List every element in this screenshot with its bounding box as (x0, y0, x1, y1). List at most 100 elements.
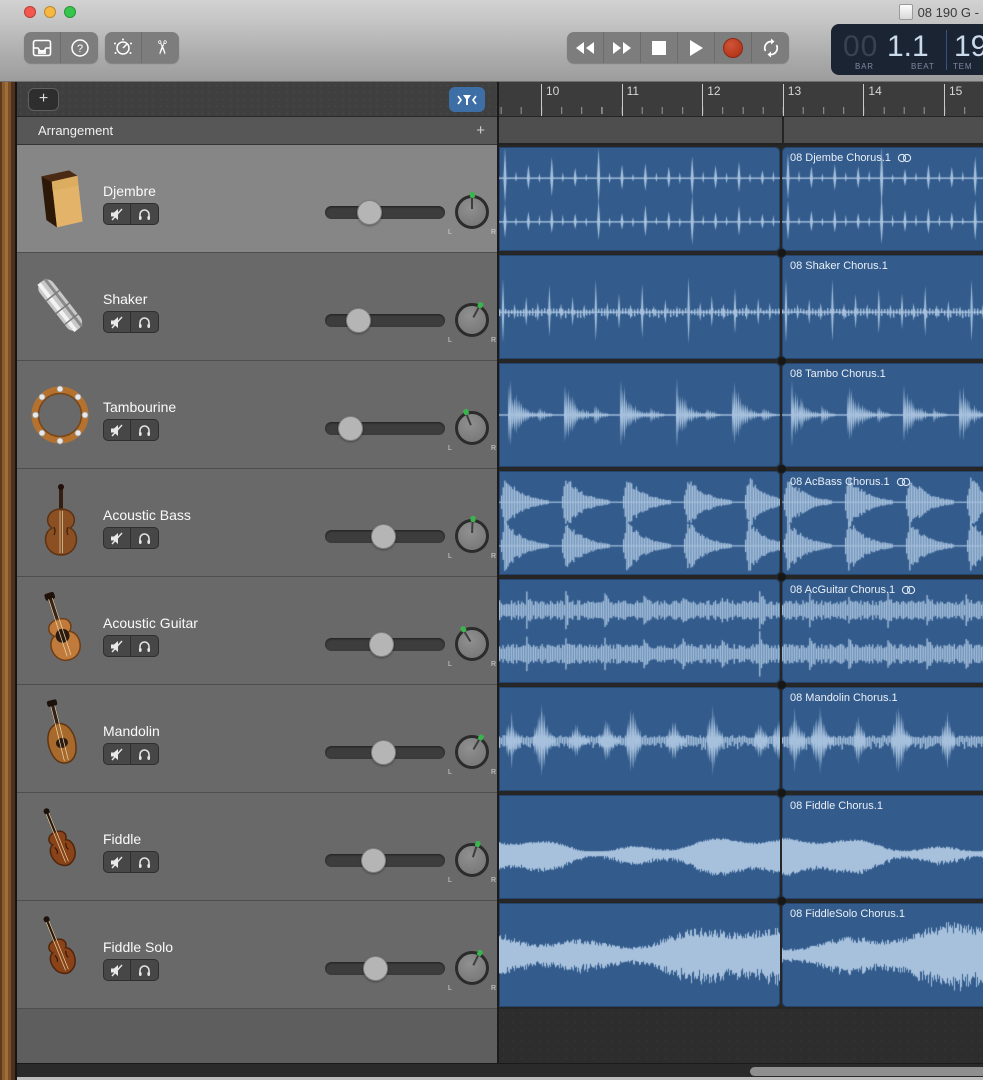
quick-help-button[interactable]: ? (61, 32, 98, 63)
volume-slider-thumb[interactable] (361, 848, 386, 873)
audio-region[interactable] (499, 363, 780, 467)
volume-slider[interactable] (325, 638, 445, 651)
audio-region[interactable] (499, 147, 780, 251)
input-monitor-button[interactable] (131, 852, 158, 872)
audio-region[interactable]: 08 FiddleSolo Chorus.1 (782, 903, 983, 1007)
volume-slider-thumb[interactable] (357, 200, 382, 225)
audio-region[interactable] (499, 255, 780, 359)
audio-region[interactable] (499, 579, 780, 683)
mute-icon (110, 964, 125, 977)
mute-button[interactable] (104, 852, 131, 872)
track-header-row[interactable]: Mandolin L R (17, 685, 497, 793)
volume-slider[interactable] (325, 422, 445, 435)
add-track-button[interactable]: + (28, 88, 59, 111)
track-name[interactable]: Djembre (103, 183, 156, 199)
track-header-row[interactable]: Tambourine L R (17, 361, 497, 469)
region-label-text: 08 AcBass Chorus.1 (790, 476, 890, 488)
volume-slider-thumb[interactable] (346, 308, 371, 333)
document-proxy-icon[interactable] (899, 4, 913, 20)
input-monitor-button[interactable] (131, 744, 158, 764)
stop-button[interactable] (641, 32, 678, 63)
minimize-button[interactable] (44, 6, 56, 18)
track-header-row[interactable]: Fiddle Solo L R (17, 901, 497, 1009)
pan-knob[interactable] (455, 951, 489, 985)
pan-knob[interactable] (455, 303, 489, 337)
volume-slider[interactable] (325, 206, 445, 219)
mute-button[interactable] (104, 960, 131, 980)
lcd-display[interactable]: 00 1.1 BAR BEAT 19 TEM (831, 24, 983, 75)
audio-region[interactable]: 08 Shaker Chorus.1 (782, 255, 983, 359)
volume-slider[interactable] (325, 746, 445, 759)
timeline-ruler[interactable]: 101112131415 (499, 82, 983, 117)
cycle-button[interactable] (752, 32, 789, 63)
volume-slider-thumb[interactable] (371, 740, 396, 765)
track-header-row[interactable]: Djembre L R (17, 145, 497, 253)
track-name[interactable]: Tambourine (103, 399, 176, 415)
mute-button[interactable] (104, 420, 131, 440)
smart-controls-button[interactable] (105, 32, 142, 63)
mute-button[interactable] (104, 312, 131, 332)
input-monitor-button[interactable] (131, 420, 158, 440)
volume-slider[interactable] (325, 314, 445, 327)
volume-slider[interactable] (325, 530, 445, 543)
record-button[interactable] (715, 32, 752, 63)
pan-knob[interactable] (455, 843, 489, 877)
track-header-row[interactable]: Acoustic Guitar L R (17, 577, 497, 685)
play-button[interactable] (678, 32, 715, 63)
audio-region[interactable] (499, 687, 780, 791)
volume-slider-thumb[interactable] (371, 524, 396, 549)
pan-knob[interactable] (455, 195, 489, 229)
volume-slider-thumb[interactable] (363, 956, 388, 981)
mute-button[interactable] (104, 204, 131, 224)
audio-region[interactable] (499, 471, 780, 575)
audio-region[interactable]: 08 Fiddle Chorus.1 (782, 795, 983, 899)
audio-region[interactable]: 08 Djembe Chorus.1 (782, 147, 983, 251)
audio-region[interactable]: 08 Tambo Chorus.1 (782, 363, 983, 467)
track-name[interactable]: Mandolin (103, 723, 160, 739)
horizontal-scrollbar[interactable] (17, 1063, 983, 1077)
audio-region[interactable]: 08 AcGuitar Chorus.1 (782, 579, 983, 683)
forward-button[interactable] (604, 32, 641, 63)
track-header-row[interactable]: Fiddle L R (17, 793, 497, 901)
mute-button[interactable] (104, 744, 131, 764)
track-name[interactable]: Acoustic Bass (103, 507, 191, 523)
track-name[interactable]: Acoustic Guitar (103, 615, 198, 631)
track-header-row[interactable]: Shaker L R (17, 253, 497, 361)
audio-region[interactable]: 08 AcBass Chorus.1 (782, 471, 983, 575)
track-name[interactable]: Shaker (103, 291, 147, 307)
pan-knob[interactable] (455, 627, 489, 661)
catch-filter-button[interactable] (449, 87, 485, 112)
zoom-button[interactable] (64, 6, 76, 18)
input-monitor-button[interactable] (131, 312, 158, 332)
volume-slider[interactable] (325, 854, 445, 867)
region-junction-nub (778, 897, 786, 905)
pan-knob[interactable] (455, 411, 489, 445)
arrangement-row[interactable]: Arrangement + (17, 117, 497, 145)
track-name[interactable]: Fiddle (103, 831, 141, 847)
audio-region[interactable]: 08 Mandolin Chorus.1 (782, 687, 983, 791)
volume-slider[interactable] (325, 962, 445, 975)
input-monitor-button[interactable] (131, 204, 158, 224)
volume-slider-thumb[interactable] (369, 632, 394, 657)
arrangement-lane[interactable] (499, 117, 983, 145)
mute-icon (110, 208, 125, 221)
track-name[interactable]: Fiddle Solo (103, 939, 173, 955)
pan-right-label: R (491, 229, 496, 236)
mute-button[interactable] (104, 636, 131, 656)
audio-region[interactable] (499, 903, 780, 1007)
pan-knob[interactable] (455, 735, 489, 769)
rewind-button[interactable] (567, 32, 604, 63)
track-header-row[interactable]: Acoustic Bass L R (17, 469, 497, 577)
input-monitor-button[interactable] (131, 528, 158, 548)
scrollbar-thumb[interactable] (750, 1067, 983, 1076)
input-monitor-button[interactable] (131, 636, 158, 656)
close-button[interactable] (24, 6, 36, 18)
audio-region[interactable] (499, 795, 780, 899)
library-button[interactable] (24, 32, 61, 63)
pan-knob[interactable] (455, 519, 489, 553)
volume-slider-thumb[interactable] (338, 416, 363, 441)
mute-button[interactable] (104, 528, 131, 548)
editor-button[interactable]: ✂ (142, 32, 179, 63)
arrangement-add-button[interactable]: + (476, 117, 485, 145)
input-monitor-button[interactable] (131, 960, 158, 980)
